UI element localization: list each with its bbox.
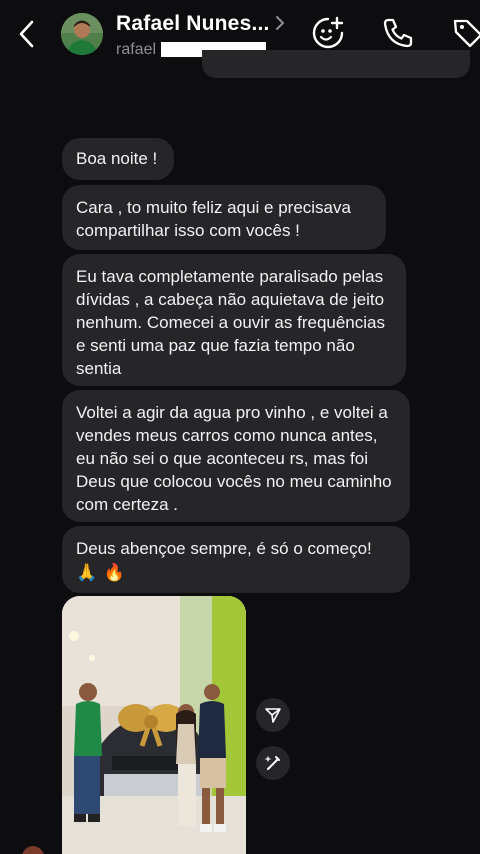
pray-emoji: 🙏 <box>76 563 98 583</box>
message-bubble[interactable]: Cara , to muito feliz aqui e precisava c… <box>62 185 386 250</box>
back-chevron-icon <box>19 20 34 48</box>
phone-icon[interactable] <box>380 15 416 51</box>
avatar-image <box>61 13 103 55</box>
photo-image <box>62 596 246 854</box>
share-button[interactable] <box>256 698 290 732</box>
contact-name[interactable]: Rafael Nunes... <box>116 12 270 36</box>
message-text: Deus abençoe sempre, é só o começo! <box>76 539 372 558</box>
back-button[interactable] <box>12 16 42 52</box>
message-text: Eu tava completamente paralisado pelas d… <box>76 267 385 378</box>
chat-header: Rafael Nunes... rafael <box>0 0 480 78</box>
message-bubble[interactable]: Voltei a agir da agua pro vinho , e volt… <box>62 390 410 522</box>
message-bubble[interactable]: Boa noite ! <box>62 138 174 180</box>
magic-edit-icon <box>265 756 280 770</box>
avatar[interactable] <box>61 13 103 55</box>
previous-message-bubble <box>202 50 470 78</box>
message-text: Voltei a agir da agua pro vinho , e volt… <box>76 403 392 514</box>
photo-message[interactable] <box>62 596 246 854</box>
message-text: Cara , to muito feliz aqui e precisava c… <box>76 198 351 240</box>
share-icon <box>265 708 281 723</box>
message-bubble[interactable]: Deus abençoe sempre, é só o começo! 🙏 🔥 <box>62 526 410 593</box>
tag-icon[interactable] <box>450 15 480 51</box>
contact-username: rafael <box>116 41 157 58</box>
chevron-right-icon[interactable] <box>274 14 286 32</box>
sticker-add-icon[interactable] <box>310 15 346 51</box>
magic-edit-button[interactable] <box>256 746 290 780</box>
sender-avatar <box>22 846 44 854</box>
dm-conversation-screen: Rafael Nunes... rafael Boa noite ! Cara … <box>0 0 480 854</box>
message-bubble[interactable]: Eu tava completamente paralisado pelas d… <box>62 254 406 386</box>
message-text: Boa noite ! <box>76 149 158 168</box>
fire-emoji: 🔥 <box>103 563 126 583</box>
